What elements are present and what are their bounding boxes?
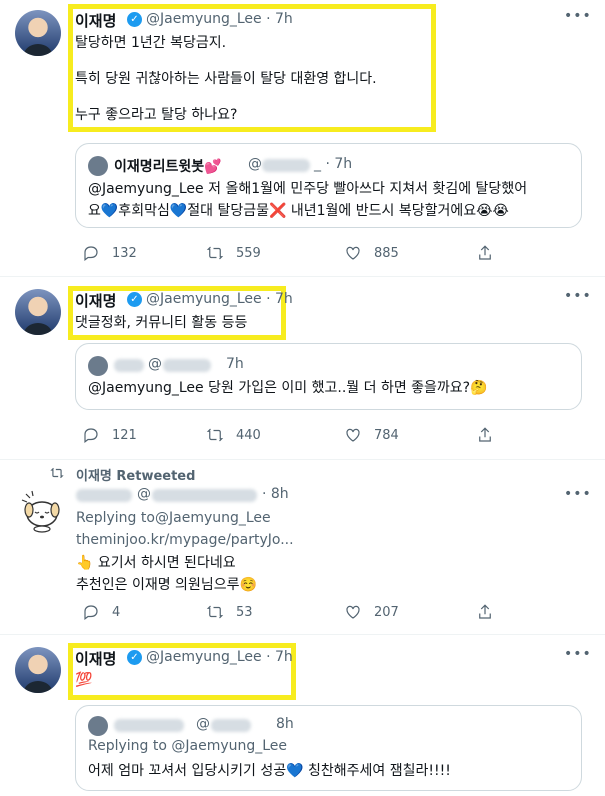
author-name[interactable]: 이재명 (75, 648, 116, 669)
reply-button[interactable]: 132 (82, 244, 137, 262)
heart-icon (346, 605, 360, 619)
quote-author-name: 이재명리트윗봇💕 (114, 159, 222, 175)
like-count: 784 (374, 427, 399, 443)
reply-count: 121 (112, 427, 137, 443)
retweet-button[interactable]: 53 (206, 603, 253, 621)
more-options-icon[interactable]: ••• (564, 288, 592, 304)
like-button[interactable]: 885 (344, 244, 399, 262)
share-button[interactable] (476, 603, 506, 621)
retweet-button[interactable]: 559 (206, 244, 261, 262)
blurred-name (114, 359, 144, 372)
quoted-tweet[interactable]: @ 8h Replying to @Jaemyung_Lee 어제 엄마 꼬셔서… (75, 705, 582, 791)
verified-badge-icon: ✓ (127, 650, 142, 665)
heart-icon (346, 428, 360, 442)
more-options-icon[interactable]: ••• (564, 486, 592, 502)
reply-icon (84, 246, 98, 261)
like-count: 885 (374, 245, 399, 261)
retweet-icon (206, 605, 224, 619)
retweet-icon (206, 246, 224, 260)
verified-badge-icon: ✓ (127, 12, 142, 27)
author-handle[interactable]: @Jaemyung_Lee · 7h (146, 291, 293, 307)
quote-text: 어제 엄마 꼬셔서 입당시키기 성공💙 칭찬해주세여 잼칠라!!!! (88, 763, 451, 779)
more-options-icon[interactable]: ••• (564, 8, 592, 24)
author-handle[interactable]: @Jaemyung_Lee · 7h (146, 11, 293, 27)
quote-avatar (88, 356, 108, 376)
share-button[interactable] (476, 426, 506, 444)
quote-text: @Jaemyung_Lee 저 올해1월에 민주당 빨아쓰다 지쳐서 홧김에 탈… (88, 181, 528, 219)
dog-character-icon (21, 490, 60, 533)
tweet-text: 👆 요기서 하시면 된다네요 추천인은 이재명 의원님으루☺️ (76, 555, 257, 593)
share-button[interactable] (476, 244, 506, 262)
blurred-handle (262, 159, 310, 172)
replying-to-label: Replying to (76, 510, 155, 526)
verified-badge-icon: ✓ (127, 292, 142, 307)
blurred-handle (163, 359, 211, 372)
reply-button[interactable]: 121 (82, 426, 137, 444)
quote-avatar (88, 156, 108, 176)
quote-handle-prefix: @ (148, 356, 162, 372)
reply-count: 132 (112, 245, 137, 261)
author-handle-prefix[interactable]: @ (137, 486, 151, 502)
like-button[interactable]: 207 (344, 603, 399, 621)
quote-time: 7h (226, 356, 244, 372)
quote-handle-prefix: @ (196, 716, 210, 732)
tweet-text: 탈당하면 1년간 복당금지. 특히 당원 귀찮아하는 사람들이 탈당 대환영 합… (75, 35, 377, 123)
retweet-button[interactable]: 440 (206, 426, 261, 444)
tweet-1[interactable]: 이재명 ✓ @Jaemyung_Lee · 7h ••• 탈당하면 1년간 복당… (0, 0, 605, 277)
reply-count: 4 (112, 604, 121, 620)
blurred-handle (211, 719, 251, 732)
retweet-count: 559 (236, 245, 261, 261)
quote-handle-prefix: @ (248, 156, 262, 172)
reply-icon (84, 605, 98, 620)
author-name[interactable]: 이재명 (75, 290, 116, 311)
like-button[interactable]: 784 (344, 426, 399, 444)
share-icon (479, 427, 491, 442)
quote-replying-to: Replying to @Jaemyung_Lee (88, 738, 288, 754)
tweet-4[interactable]: 이재명 ✓ @Jaemyung_Lee · 7h ••• 💯 @ 8h Repl… (0, 635, 605, 796)
reply-button[interactable]: 4 (82, 603, 120, 621)
quote-time: 8h (276, 716, 294, 732)
tweet-text: 💯 (75, 672, 93, 688)
blurred-name (114, 719, 184, 732)
retweet-icon (206, 428, 224, 442)
reply-icon (84, 428, 98, 443)
avatar[interactable] (18, 488, 64, 534)
share-icon (479, 245, 491, 260)
retweeted-label[interactable]: 이재명 Retweeted (76, 465, 195, 484)
tweet-link[interactable]: theminjoo.kr/mypage/partyJo... (76, 532, 294, 548)
tweet-3-retweet[interactable]: 이재명 Retweeted @ · 8h ••• Replying to @Ja… (0, 460, 605, 635)
retweeted-icon (50, 467, 64, 479)
replying-to-handle[interactable]: @Jaemyung_Lee (155, 510, 271, 526)
quote-text: @Jaemyung_Lee 당원 가입은 이미 했고..뭘 더 하면 좋을까요?… (88, 380, 488, 396)
heart-icon (346, 246, 360, 260)
quote-handle-suffix: _ · 7h (314, 156, 353, 172)
tweet-2[interactable]: 이재명 ✓ @Jaemyung_Lee · 7h ••• 댓글정화, 커뮤니티 … (0, 277, 605, 460)
quote-avatar (88, 716, 108, 736)
avatar[interactable] (15, 10, 61, 56)
tweet-text: 댓글정화, 커뮤니티 활동 등등 (75, 315, 248, 331)
more-options-icon[interactable]: ••• (564, 646, 592, 662)
quoted-tweet[interactable]: @ 7h @Jaemyung_Lee 당원 가입은 이미 했고..뭘 더 하면 … (75, 343, 582, 410)
retweet-count: 53 (236, 604, 253, 620)
quoted-tweet[interactable]: 이재명리트윗봇💕 @ _ · 7h @Jaemyung_Lee 저 올해1월에 … (75, 143, 582, 228)
retweet-count: 440 (236, 427, 261, 443)
like-count: 207 (374, 604, 399, 620)
share-icon (479, 604, 491, 619)
author-handle[interactable]: @Jaemyung_Lee · 7h (146, 649, 293, 665)
blurred-name (76, 489, 132, 502)
avatar[interactable] (15, 647, 61, 693)
author-name[interactable]: 이재명 (75, 10, 116, 31)
author-time: · 8h (262, 486, 289, 502)
blurred-handle (152, 489, 257, 502)
avatar[interactable] (15, 289, 61, 335)
